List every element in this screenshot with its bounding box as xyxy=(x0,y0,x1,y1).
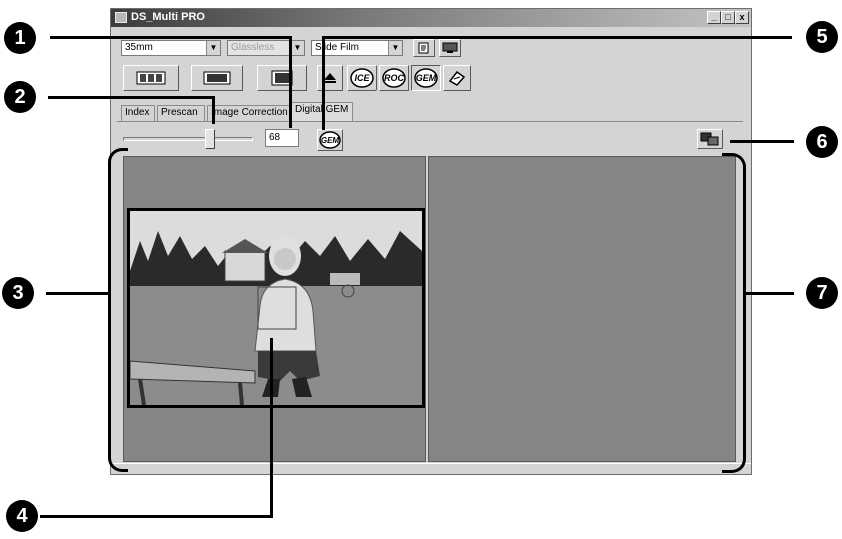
leader-line-6 xyxy=(730,140,794,143)
gem-icon: GEM xyxy=(414,68,438,88)
roc-button[interactable]: ROC xyxy=(379,65,409,91)
gem-slider-thumb[interactable] xyxy=(205,129,215,149)
gem-level-input[interactable]: 68 xyxy=(265,129,299,147)
callout-3: 3 xyxy=(2,277,34,309)
callout-2: 2 xyxy=(4,81,36,113)
film-format-value: 35mm xyxy=(125,42,153,53)
ice-icon: ICE xyxy=(350,68,374,88)
status-bar xyxy=(111,463,751,474)
preview-right-bracket xyxy=(722,153,746,473)
leader-line-5 xyxy=(322,36,792,39)
roc-icon: ROC xyxy=(382,68,406,88)
leader-line-2-drop xyxy=(212,96,215,124)
film-format-select[interactable]: 35mm ▼ xyxy=(121,40,221,56)
photo-image xyxy=(130,211,422,405)
leader-line-1 xyxy=(50,36,292,39)
split-view-icon xyxy=(700,132,719,146)
tab-divider xyxy=(117,121,743,122)
eject-button[interactable] xyxy=(317,65,343,91)
callout-7: 7 xyxy=(806,277,838,309)
preview-photo xyxy=(127,208,425,408)
chevron-down-icon: ▼ xyxy=(206,41,220,55)
title-bar[interactable]: DS_Multi PRO _ □ x xyxy=(111,9,751,27)
svg-text:ICE: ICE xyxy=(354,73,370,83)
gem-slider-track[interactable] xyxy=(123,137,253,141)
leader-line-3 xyxy=(46,292,110,295)
prescan-button[interactable] xyxy=(191,65,243,91)
chevron-down-icon: ▼ xyxy=(290,41,304,55)
preferences-button[interactable] xyxy=(413,39,435,57)
index-scan-button[interactable] xyxy=(123,65,179,91)
leader-line-4-rise xyxy=(270,338,273,518)
eject-icon xyxy=(324,73,336,83)
maximize-button[interactable]: □ xyxy=(721,11,735,24)
leader-line-5-drop xyxy=(322,36,325,130)
gem-button[interactable]: GEM xyxy=(411,65,441,91)
callout-6: 6 xyxy=(806,126,838,158)
monitor-icon xyxy=(442,42,458,53)
mount-type-select: Glassless ▼ xyxy=(227,40,305,56)
tab-image-correction[interactable]: Image Correction xyxy=(207,105,291,121)
svg-text:GEM: GEM xyxy=(416,73,437,83)
color-matching-button[interactable] xyxy=(443,65,471,91)
close-button[interactable]: x xyxy=(735,11,749,24)
color-matching-icon xyxy=(448,70,466,86)
tab-index[interactable]: Index xyxy=(121,105,155,121)
chevron-down-icon: ▼ xyxy=(388,41,402,55)
leader-line-1-drop xyxy=(289,36,292,128)
display-mode-button[interactable] xyxy=(697,129,723,149)
leader-line-7 xyxy=(746,292,794,295)
corrected-preview-pane[interactable] xyxy=(428,156,736,462)
mount-type-value: Glassless xyxy=(231,42,275,53)
callout-1: 1 xyxy=(4,22,36,54)
gem-icon: GEM xyxy=(319,131,341,149)
index-scan-icon xyxy=(136,71,166,85)
svg-text:ROC: ROC xyxy=(384,73,405,83)
leader-line-2 xyxy=(48,96,214,99)
callout-4: 4 xyxy=(6,500,38,532)
monitor-settings-button[interactable] xyxy=(439,39,461,57)
tab-prescan[interactable]: Prescan xyxy=(157,105,205,121)
svg-text:GEM: GEM xyxy=(321,136,340,145)
minimize-button[interactable]: _ xyxy=(707,11,721,24)
document-icon xyxy=(418,42,429,54)
scan-button[interactable] xyxy=(257,65,307,91)
prescan-icon xyxy=(203,71,231,85)
window-title: DS_Multi PRO xyxy=(131,11,205,23)
leader-line-4 xyxy=(40,515,273,518)
callout-5: 5 xyxy=(806,21,838,53)
ice-button[interactable]: ICE xyxy=(347,65,377,91)
gem-apply-button[interactable]: GEM xyxy=(317,129,343,151)
preview-left-bracket xyxy=(108,148,128,472)
manual-figure: DS_Multi PRO _ □ x 35mm ▼ Glassless ▼ Sl… xyxy=(0,0,842,539)
app-icon xyxy=(115,12,127,23)
